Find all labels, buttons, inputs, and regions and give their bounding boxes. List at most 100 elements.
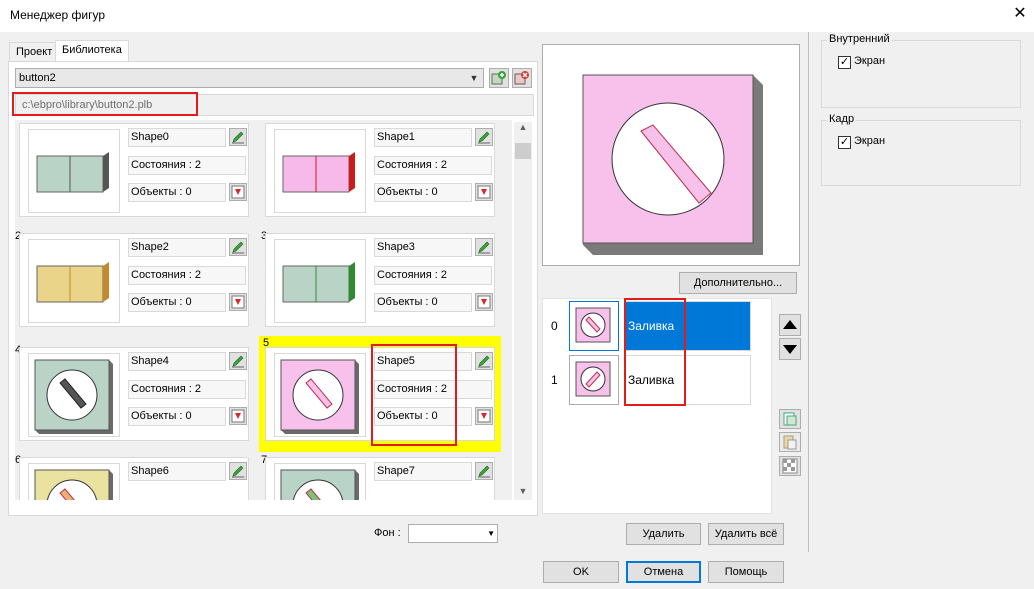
- objects-icon: [231, 295, 245, 309]
- close-library-button[interactable]: [512, 68, 532, 88]
- objects-button[interactable]: [475, 407, 493, 425]
- objects-icon: [477, 185, 491, 199]
- shape-name-field[interactable]: Shape6: [128, 462, 226, 481]
- objects-button[interactable]: [229, 183, 247, 201]
- inner-screen-checkbox[interactable]: ✓: [838, 56, 851, 69]
- edit-name-button[interactable]: [229, 238, 247, 256]
- layer-transparent-button[interactable]: [779, 456, 801, 476]
- layer-down-button[interactable]: [779, 338, 801, 360]
- tab-project[interactable]: Проект: [9, 42, 60, 62]
- window-title: Менеджер фигур: [10, 8, 106, 22]
- background-select[interactable]: ▼: [408, 524, 498, 543]
- shape-card[interactable]: Shape3 Состояния : 2 Объекты : 0: [265, 233, 495, 327]
- inner-screen-label: Экран: [854, 55, 886, 67]
- objects-button[interactable]: [475, 183, 493, 201]
- objects-button[interactable]: [229, 407, 247, 425]
- shape-cell[interactable]: Shape1 Состояния : 2 Объекты : 0: [261, 120, 499, 230]
- shape-name-field[interactable]: Shape7: [374, 462, 472, 481]
- background-label: Фон :: [374, 527, 401, 539]
- edit-name-button[interactable]: [229, 462, 247, 480]
- library-select[interactable]: button2 ▼: [15, 68, 484, 88]
- library-open-icon: [491, 71, 506, 85]
- layer-thumbnail[interactable]: [569, 301, 619, 351]
- layer-up-button[interactable]: [779, 314, 801, 336]
- objects-button[interactable]: [229, 293, 247, 311]
- scroll-up-icon[interactable]: ▲: [514, 122, 532, 138]
- pencil-icon: [478, 241, 490, 254]
- library-select-value: button2: [19, 72, 56, 84]
- shape-cell[interactable]: 6 Shape6: [15, 454, 253, 500]
- objects-icon: [477, 409, 491, 423]
- shape-card[interactable]: Shape6: [19, 457, 249, 500]
- shape-preview-thumb[interactable]: [274, 129, 366, 213]
- shape-card[interactable]: Shape0 Состояния : 2 Объекты : 0: [19, 123, 249, 217]
- highlight-layers: [624, 298, 686, 406]
- layer-add-button[interactable]: [779, 409, 801, 429]
- shape-preview-thumb[interactable]: [274, 239, 366, 323]
- scroll-thumb[interactable]: [515, 143, 531, 159]
- layer-thumbnail[interactable]: [569, 355, 619, 405]
- shape-preview-thumb[interactable]: [28, 463, 120, 500]
- shape-preview-thumb[interactable]: [274, 463, 366, 500]
- shapes-scrollbar[interactable]: ▲ ▼: [514, 122, 532, 500]
- shape-cell[interactable]: 2 Shape2 Состояния : 2 Объекты : 0: [15, 230, 253, 340]
- delete-all-button[interactable]: Удалить всё: [708, 523, 784, 545]
- shape-card[interactable]: Shape4 Состояния : 2 Объекты : 0: [19, 347, 249, 441]
- tab-library[interactable]: Библиотека: [55, 40, 129, 62]
- close-icon[interactable]: ✕: [1010, 4, 1030, 24]
- shape-name-field[interactable]: Shape0: [128, 128, 226, 147]
- shape-states-field: Состояния : 2: [128, 266, 246, 285]
- edit-name-button[interactable]: [475, 238, 493, 256]
- cancel-button[interactable]: Отмена: [626, 561, 701, 583]
- shape-cell[interactable]: 4 Shape4 Состояния : 2 Объекты : 0: [15, 344, 253, 454]
- layer-index: 0: [551, 319, 558, 333]
- ok-button[interactable]: OK: [543, 561, 619, 583]
- shape-card[interactable]: Shape1 Состояния : 2 Объекты : 0: [265, 123, 495, 217]
- shape-states-field: Состояния : 2: [128, 156, 246, 175]
- more-button[interactable]: Дополнительно...: [679, 272, 797, 294]
- chevron-down-icon[interactable]: ▼: [467, 70, 481, 86]
- scroll-down-icon[interactable]: ▼: [514, 486, 532, 500]
- edit-name-button[interactable]: [475, 128, 493, 146]
- shape-name-field[interactable]: Shape3: [374, 238, 472, 257]
- shape-name-field[interactable]: Shape2: [128, 238, 226, 257]
- shape-thumb-icon: [36, 152, 109, 193]
- edit-name-button[interactable]: [229, 352, 247, 370]
- frame-screen-checkbox[interactable]: ✓: [838, 136, 851, 149]
- delete-button[interactable]: Удалить: [626, 523, 701, 545]
- arrow-up-icon: [783, 320, 797, 329]
- vertical-divider: [808, 32, 809, 552]
- chevron-down-icon[interactable]: ▼: [487, 529, 495, 538]
- shape-card[interactable]: Shape2 Состояния : 2 Объекты : 0: [19, 233, 249, 327]
- shape-preview-thumb[interactable]: [28, 353, 120, 437]
- shape-preview-thumb[interactable]: [274, 353, 366, 437]
- highlight-shape5-fields: [371, 344, 457, 446]
- open-library-button[interactable]: [489, 68, 509, 88]
- objects-icon: [231, 185, 245, 199]
- layer-paste-button[interactable]: [779, 432, 801, 452]
- objects-button[interactable]: [475, 293, 493, 311]
- group-frame-title: Кадр: [827, 113, 857, 125]
- checker-icon: [782, 458, 798, 474]
- shape-preview-thumb[interactable]: [28, 239, 120, 323]
- edit-name-button[interactable]: [475, 462, 493, 480]
- shape-states-field: Состояния : 2: [374, 156, 492, 175]
- group-frame: Кадр ✓ Экран: [821, 113, 1021, 186]
- shape-name-field[interactable]: Shape1: [374, 128, 472, 147]
- shape-name-field[interactable]: Shape4: [128, 352, 226, 371]
- group-inner: Внутренний ✓ Экран: [821, 33, 1021, 108]
- shape-states-field: Состояния : 2: [128, 380, 246, 399]
- shape-preview-thumb[interactable]: [28, 129, 120, 213]
- pencil-icon: [232, 465, 244, 478]
- group-inner-title: Внутренний: [827, 33, 892, 45]
- objects-icon: [231, 409, 245, 423]
- edit-name-button[interactable]: [229, 128, 247, 146]
- help-button[interactable]: Помощь: [708, 561, 784, 583]
- shape-cell[interactable]: 7 Shape7: [261, 454, 499, 500]
- shape-cell[interactable]: 3 Shape3 Состояния : 2 Объекты : 0: [261, 230, 499, 340]
- edit-name-button[interactable]: [475, 352, 493, 370]
- shape-cell[interactable]: Shape0 Состояния : 2 Объекты : 0: [15, 120, 253, 230]
- layer-knob-icon: [575, 307, 611, 343]
- shape-card[interactable]: Shape7: [265, 457, 495, 500]
- pencil-icon: [478, 465, 490, 478]
